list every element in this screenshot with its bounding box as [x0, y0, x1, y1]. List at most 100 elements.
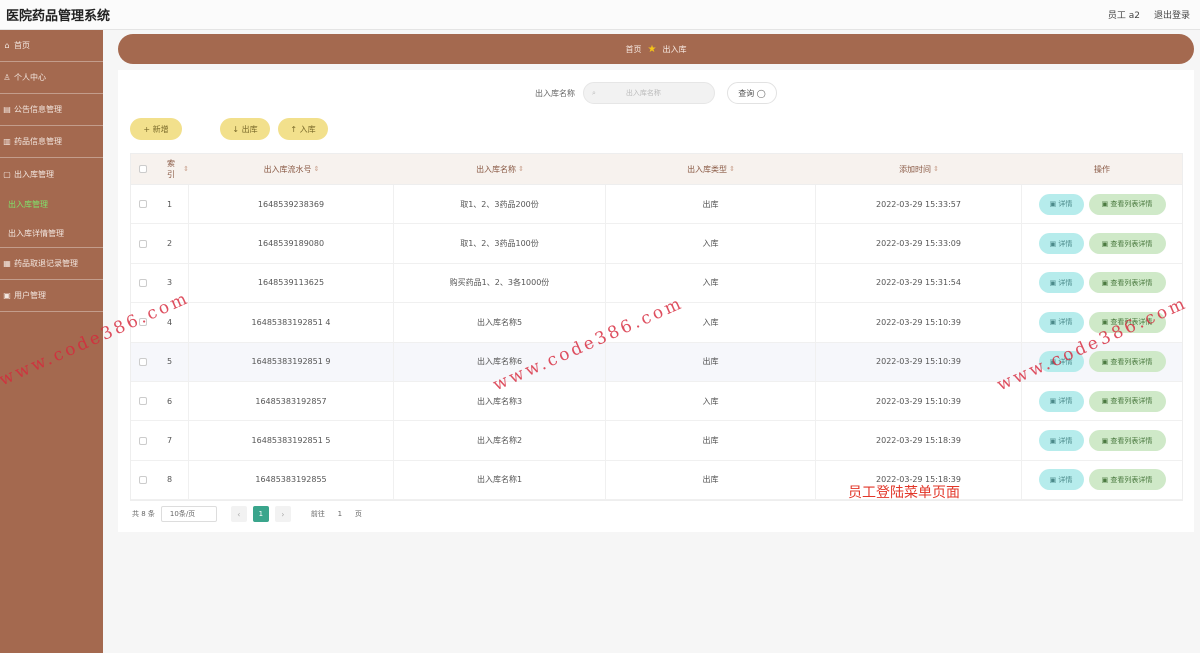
- user-name: 员工 a2: [1107, 11, 1140, 21]
- header-type[interactable]: 出入库类型: [687, 164, 727, 175]
- sidebar-item-notices[interactable]: ▤ 公告信息管理: [0, 94, 103, 126]
- sidebar-subitem-warehouse-detail[interactable]: 出入库详情管理: [0, 219, 103, 248]
- sidebar-item-drug-records[interactable]: ▦ 药品取退记录管理: [0, 248, 103, 280]
- cell-index: 8: [155, 460, 189, 500]
- annotation-caption: 员工登陆菜单页面: [848, 485, 960, 501]
- cell-serial: 16485383192851 9: [189, 342, 394, 381]
- cell-type: 入库: [606, 303, 816, 342]
- sidebar-item-profile[interactable]: ♙ 个人中心: [0, 62, 103, 94]
- cell-serial: 1648539238369: [189, 185, 394, 224]
- cell-index: 5: [155, 342, 189, 381]
- view-list-detail-button[interactable]: ▣ 查看列表详情: [1088, 233, 1166, 255]
- table-header: 索引 ⇕ 出入库流水号 ⇕ 出入库名称 ⇕ 出入库类型 ⇕ 添加时间 ⇕ 操作: [131, 154, 1182, 185]
- cell-operations: ▣ 详情 ▣ 查看列表详情: [1022, 185, 1182, 223]
- table-row: 1 1648539238369 取1、2、3药品200份 出库 2022-03-29 1…: [131, 185, 1182, 225]
- account-icon: ▣: [3, 291, 11, 300]
- page-size-select[interactable]: 10条/页: [160, 506, 217, 522]
- sidebar-item-home[interactable]: ⌂ 首页: [0, 30, 103, 62]
- view-list-detail-button[interactable]: ▣ 查看列表详情: [1088, 351, 1166, 373]
- cell-operations: ▣ 详情 ▣ 查看列表详情: [1022, 343, 1182, 381]
- sidebar-item-drugs[interactable]: ▥ 药品信息管理: [0, 126, 103, 158]
- detail-button[interactable]: ▣ 详情: [1038, 311, 1084, 333]
- cell-type: 出库: [606, 342, 816, 381]
- view-list-detail-button[interactable]: ▣ 查看列表详情: [1088, 193, 1166, 215]
- table-row: 7 16485383192851 5 出入库名称2 出库 2022-03-29 15:1…: [131, 421, 1182, 461]
- row-checkbox[interactable]: [139, 475, 147, 484]
- view-list-detail-button[interactable]: ▣ 查看列表详情: [1088, 272, 1166, 294]
- header-time[interactable]: 添加时间: [899, 164, 931, 175]
- breadcrumb-home[interactable]: 首页: [626, 44, 642, 55]
- sidebar-item-warehouse[interactable]: ▢ 出入库管理: [0, 158, 103, 190]
- sidebar-item-users[interactable]: ▣ 用户管理: [0, 280, 103, 312]
- select-all-checkbox[interactable]: [139, 165, 147, 173]
- prev-page-button[interactable]: ‹: [230, 506, 247, 522]
- table-row: 4 16485383192851 4 出入库名称5 入库 2022-03-29 15:1…: [131, 303, 1182, 343]
- sort-icon[interactable]: ⇕: [314, 165, 320, 173]
- header-index[interactable]: 索引: [167, 158, 181, 180]
- sidebar-item-label: 公告信息管理: [14, 105, 62, 114]
- detail-button[interactable]: ▣ 详情: [1038, 351, 1084, 373]
- header-serial[interactable]: 出入库流水号: [264, 164, 312, 175]
- search-button[interactable]: 查询 ◯: [727, 82, 777, 104]
- sort-icon[interactable]: ⇕: [933, 165, 939, 173]
- detail-button[interactable]: ▣ 详情: [1038, 272, 1084, 294]
- stock-in-button[interactable]: ↑ 入库: [278, 118, 328, 140]
- row-checkbox[interactable]: [139, 200, 147, 209]
- row-checkbox[interactable]: [139, 239, 147, 248]
- warehouse-icon: ▢: [3, 169, 11, 179]
- detail-button[interactable]: ▣ 详情: [1038, 390, 1084, 412]
- sort-icon[interactable]: ⇕: [518, 165, 524, 173]
- view-list-detail-button[interactable]: ▣ 查看列表详情: [1088, 430, 1166, 452]
- view-list-detail-button[interactable]: ▣ 查看列表详情: [1088, 469, 1166, 491]
- cell-index: 4: [155, 303, 189, 342]
- cell-time: 2022-03-29 15:10:39: [816, 303, 1022, 342]
- cell-type: 出库: [606, 460, 816, 500]
- cell-operations: ▣ 详情 ▣ 查看列表详情: [1022, 303, 1182, 341]
- breadcrumb-current: 出入库: [662, 44, 687, 54]
- goto-page-input[interactable]: 1: [331, 506, 349, 522]
- view-list-detail-button[interactable]: ▣ 查看列表详情: [1088, 390, 1166, 412]
- record-icon: ▦: [3, 259, 11, 268]
- cell-type: 出库: [606, 185, 816, 224]
- cell-index: 6: [155, 381, 189, 421]
- sidebar-subitem-warehouse[interactable]: 出入库管理: [0, 190, 103, 219]
- detail-button[interactable]: ▣ 详情: [1038, 233, 1084, 255]
- logout-link[interactable]: 退出登录: [1154, 8, 1190, 21]
- drug-icon: ▥: [3, 137, 11, 146]
- main-panel: 出入库名称 ⌕ 出入库名称 查询 ◯ + 新增 ↓ 出库 ↑ 入库 索引 ⇕ 出入…: [118, 70, 1194, 532]
- cell-index: 7: [155, 421, 189, 460]
- sidebar-item-label: 出入库管理: [14, 169, 54, 179]
- current-page-button[interactable]: 1: [252, 506, 269, 522]
- row-checkbox[interactable]: [139, 357, 147, 366]
- view-list-detail-button[interactable]: ▣ 查看列表详情: [1088, 311, 1166, 333]
- row-checkbox[interactable]: [139, 436, 147, 445]
- row-checkbox[interactable]: [139, 278, 147, 287]
- top-right: 员工 a2 退出登录: [1108, 8, 1190, 21]
- cell-operations: ▣ 详情 ▣ 查看列表详情: [1022, 421, 1182, 459]
- cell-operations: ▣ 详情 ▣ 查看列表详情: [1022, 264, 1182, 302]
- cell-name: 出入库名称6: [394, 342, 606, 381]
- cell-serial: 1648539189080: [189, 224, 394, 263]
- row-checkbox[interactable]: [139, 318, 147, 327]
- sidebar-item-label: 个人中心: [14, 73, 46, 82]
- stock-out-button[interactable]: ↓ 出库: [220, 118, 270, 140]
- row-checkbox[interactable]: [139, 397, 147, 406]
- add-button[interactable]: + 新增: [130, 118, 182, 140]
- cell-operations: ▣ 详情 ▣ 查看列表详情: [1022, 461, 1182, 499]
- search-icon: ⌕: [592, 88, 596, 97]
- cell-serial: 16485383192851 5: [189, 421, 394, 460]
- table-row: 3 1648539113625 购买药品1、2、3各1000份 入库 2022-03-2…: [131, 263, 1182, 304]
- search-input[interactable]: ⌕ 出入库名称: [583, 82, 715, 104]
- detail-button[interactable]: ▣ 详情: [1038, 430, 1084, 452]
- user-icon: ♙: [3, 73, 11, 82]
- cell-type: 入库: [606, 381, 816, 421]
- cell-operations: ▣ 详情 ▣ 查看列表详情: [1022, 224, 1182, 262]
- detail-button[interactable]: ▣ 详情: [1038, 469, 1084, 491]
- cell-name: 出入库名称1: [394, 460, 606, 500]
- detail-button[interactable]: ▣ 详情: [1038, 193, 1084, 215]
- cell-time: 2022-03-29 15:33:09: [816, 224, 1022, 263]
- sort-icon[interactable]: ⇕: [729, 165, 735, 173]
- total-count: 共 8 条: [132, 510, 155, 518]
- next-page-button[interactable]: ›: [274, 506, 291, 522]
- header-name[interactable]: 出入库名称: [476, 164, 516, 175]
